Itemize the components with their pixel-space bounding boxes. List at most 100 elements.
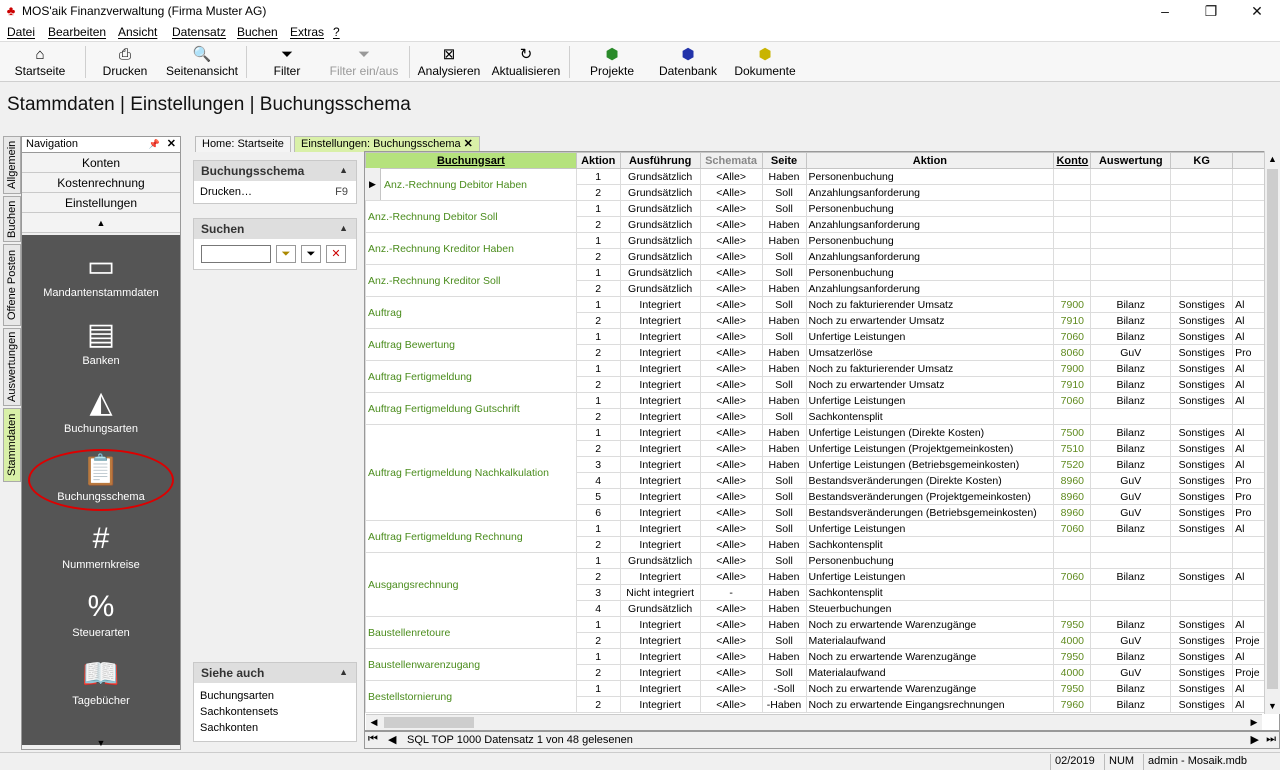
cell-buchungsart[interactable]: Anz.-Rechnung Debitor Haben [365,168,577,201]
col-schemata[interactable]: Schemata [699,152,763,169]
close-window-button[interactable]: ✕ [1234,0,1280,22]
menu-bearbeiten[interactable]: Bearbeiten [48,25,106,39]
cell-aktion-nr[interactable]: 3 [575,456,621,473]
cell-seite[interactable]: Haben [761,232,807,249]
cell-aktion-nr[interactable]: 1 [575,200,621,217]
cell-konto[interactable]: 7960 [1053,696,1092,713]
cell-seite[interactable]: Soll [761,328,807,345]
cell-ausfuehrung[interactable]: Integriert [619,312,701,329]
table-row[interactable]: Ausgangsrechnung 1 Grundsätzlich <Alle> Soll… [365,552,1279,617]
cell-aktion[interactable]: Anzahlungsanforderung [805,216,1055,233]
seitenansicht-button[interactable]: 🔍 Seitenansicht [164,46,240,80]
cell-ausfuehrung[interactable]: Integriert [619,520,701,537]
cell-konto[interactable]: 7060 [1053,568,1092,585]
cell-kg[interactable] [1170,200,1234,217]
cell-konto[interactable]: 7500 [1053,424,1092,441]
cell-kg[interactable] [1170,184,1234,201]
tab-home[interactable]: Home: Startseite [195,136,291,152]
cell-ausfuehrung[interactable]: Integriert [619,456,701,473]
cell-kg[interactable]: Sonstiges [1170,696,1234,713]
cell-aktion-nr[interactable]: 1 [575,232,621,249]
cell-ausfuehrung[interactable]: Grundsätzlich [619,600,701,617]
cell-aktion[interactable]: Bestandsveränderungen (Direkte Kosten) [805,472,1055,489]
cell-konto[interactable]: 8960 [1053,488,1092,505]
next-record-icon[interactable]: ▶ [1251,733,1259,746]
cell-kg[interactable]: Sonstiges [1170,440,1234,457]
cell-ausfuehrung[interactable]: Integriert [619,408,701,425]
side-tab-offene-posten[interactable]: Offene Posten [3,244,21,326]
cell-aktion[interactable]: Noch zu fakturierender Umsatz [805,296,1055,313]
col-auswertung[interactable]: Auswertung [1090,152,1172,169]
cell-schemata[interactable]: <Alle> [699,360,763,377]
link-buchungsarten[interactable]: Buchungsarten [200,688,350,704]
menu-ansicht[interactable]: Ansicht [118,25,157,39]
cell-buchungsart[interactable]: Auftrag Fertigmeldung Gutschrift [365,392,577,425]
cell-schemata[interactable]: <Alle> [699,536,763,553]
menu-datensatz[interactable]: Datensatz [172,25,226,39]
col-konto[interactable]: Konto [1053,152,1092,169]
side-tab-allgemein[interactable]: Allgemein [3,136,21,194]
cell-aktion[interactable]: Personenbuchung [805,232,1055,249]
cell-ausfuehrung[interactable]: Integriert [619,296,701,313]
cell-auswertung[interactable]: Bilanz [1090,648,1172,665]
cell-seite[interactable]: Haben [761,392,807,409]
cell-kg[interactable]: Sonstiges [1170,664,1234,681]
cell-kg[interactable]: Sonstiges [1170,376,1234,393]
cell-auswertung[interactable] [1090,536,1172,553]
cell-aktion[interactable]: Unfertige Leistungen [805,328,1055,345]
cell-konto[interactable]: 7950 [1053,648,1092,665]
cell-schemata[interactable]: <Alle> [699,328,763,345]
cell-aktion[interactable]: Personenbuchung [805,200,1055,217]
cell-auswertung[interactable]: Bilanz [1090,440,1172,457]
col-buchungsart[interactable]: Buchungsart [365,152,577,169]
cell-ausfuehrung[interactable]: Nicht integriert [619,584,701,601]
cell-schemata[interactable]: - [699,584,763,601]
cell-aktion-nr[interactable]: 2 [575,248,621,265]
clear-filter-icon[interactable]: ✕ [326,245,346,263]
cell-aktion[interactable]: Noch zu erwartende Warenzugänge [805,616,1055,633]
cell-aktion[interactable]: Unfertige Leistungen [805,520,1055,537]
cell-konto[interactable] [1053,264,1092,281]
cell-schemata[interactable]: <Alle> [699,264,763,281]
collapse-icon[interactable]: ▲ [339,223,348,233]
cell-ausfuehrung[interactable]: Grundsätzlich [619,216,701,233]
cell-schemata[interactable]: <Alle> [699,232,763,249]
cell-seite[interactable]: Haben [761,616,807,633]
cell-aktion-nr[interactable]: 1 [575,296,621,313]
table-row[interactable]: Auftrag Fertigmeldung 1 Integriert <Alle> Ha… [365,360,1279,393]
cell-aktion[interactable]: Unfertige Leistungen [805,392,1055,409]
cell-aktion-nr[interactable]: 3 [575,584,621,601]
cell-konto[interactable]: 8060 [1053,344,1092,361]
filter-button[interactable]: ⏷ Filter [266,46,308,80]
cell-ausfuehrung[interactable]: Integriert [619,424,701,441]
cell-aktion[interactable]: Bestandsveränderungen (Betriebsgemeinkos… [805,504,1055,521]
cell-seite[interactable]: Haben [761,600,807,617]
cell-ausfuehrung[interactable]: Integriert [619,568,701,585]
collapse-icon[interactable]: ▲ [339,667,348,677]
analysieren-button[interactable]: ⊠ Analysieren [416,46,482,80]
cell-ausfuehrung[interactable]: Integriert [619,632,701,649]
cell-schemata[interactable]: <Alle> [699,312,763,329]
drucken-button[interactable]: ⎙ Drucken [98,46,152,80]
cell-konto[interactable]: 7060 [1053,392,1092,409]
last-record-icon[interactable]: ⏭ [1266,733,1276,746]
cell-kg[interactable]: Sonstiges [1170,424,1234,441]
col-aktion-nr[interactable]: Aktion [575,152,621,169]
cell-kg[interactable]: Sonstiges [1170,616,1234,633]
cell-seite[interactable]: Soll [761,408,807,425]
cell-auswertung[interactable]: Bilanz [1090,520,1172,537]
search-filter-icon[interactable]: ⏷ [276,245,296,263]
cell-aktion-nr[interactable]: 1 [575,680,621,697]
cell-seite[interactable]: Soll [761,552,807,569]
cell-schemata[interactable]: <Alle> [699,344,763,361]
cell-seite[interactable]: Haben [761,440,807,457]
cell-kg[interactable] [1170,264,1234,281]
menu-buchen[interactable]: Buchen [237,25,278,39]
horizontal-scrollbar[interactable]: ◀ ▶ [366,714,1262,730]
cell-seite[interactable]: Haben [761,216,807,233]
cell-aktion[interactable]: Materialaufwand [805,632,1055,649]
cell-auswertung[interactable] [1090,248,1172,265]
nav-item-nummernkreise[interactable]: # Nummernkreise [22,519,180,571]
pin-icon[interactable]: 📌 [149,137,160,152]
cell-aktion[interactable]: Noch zu erwartende Warenzugänge [805,680,1055,697]
